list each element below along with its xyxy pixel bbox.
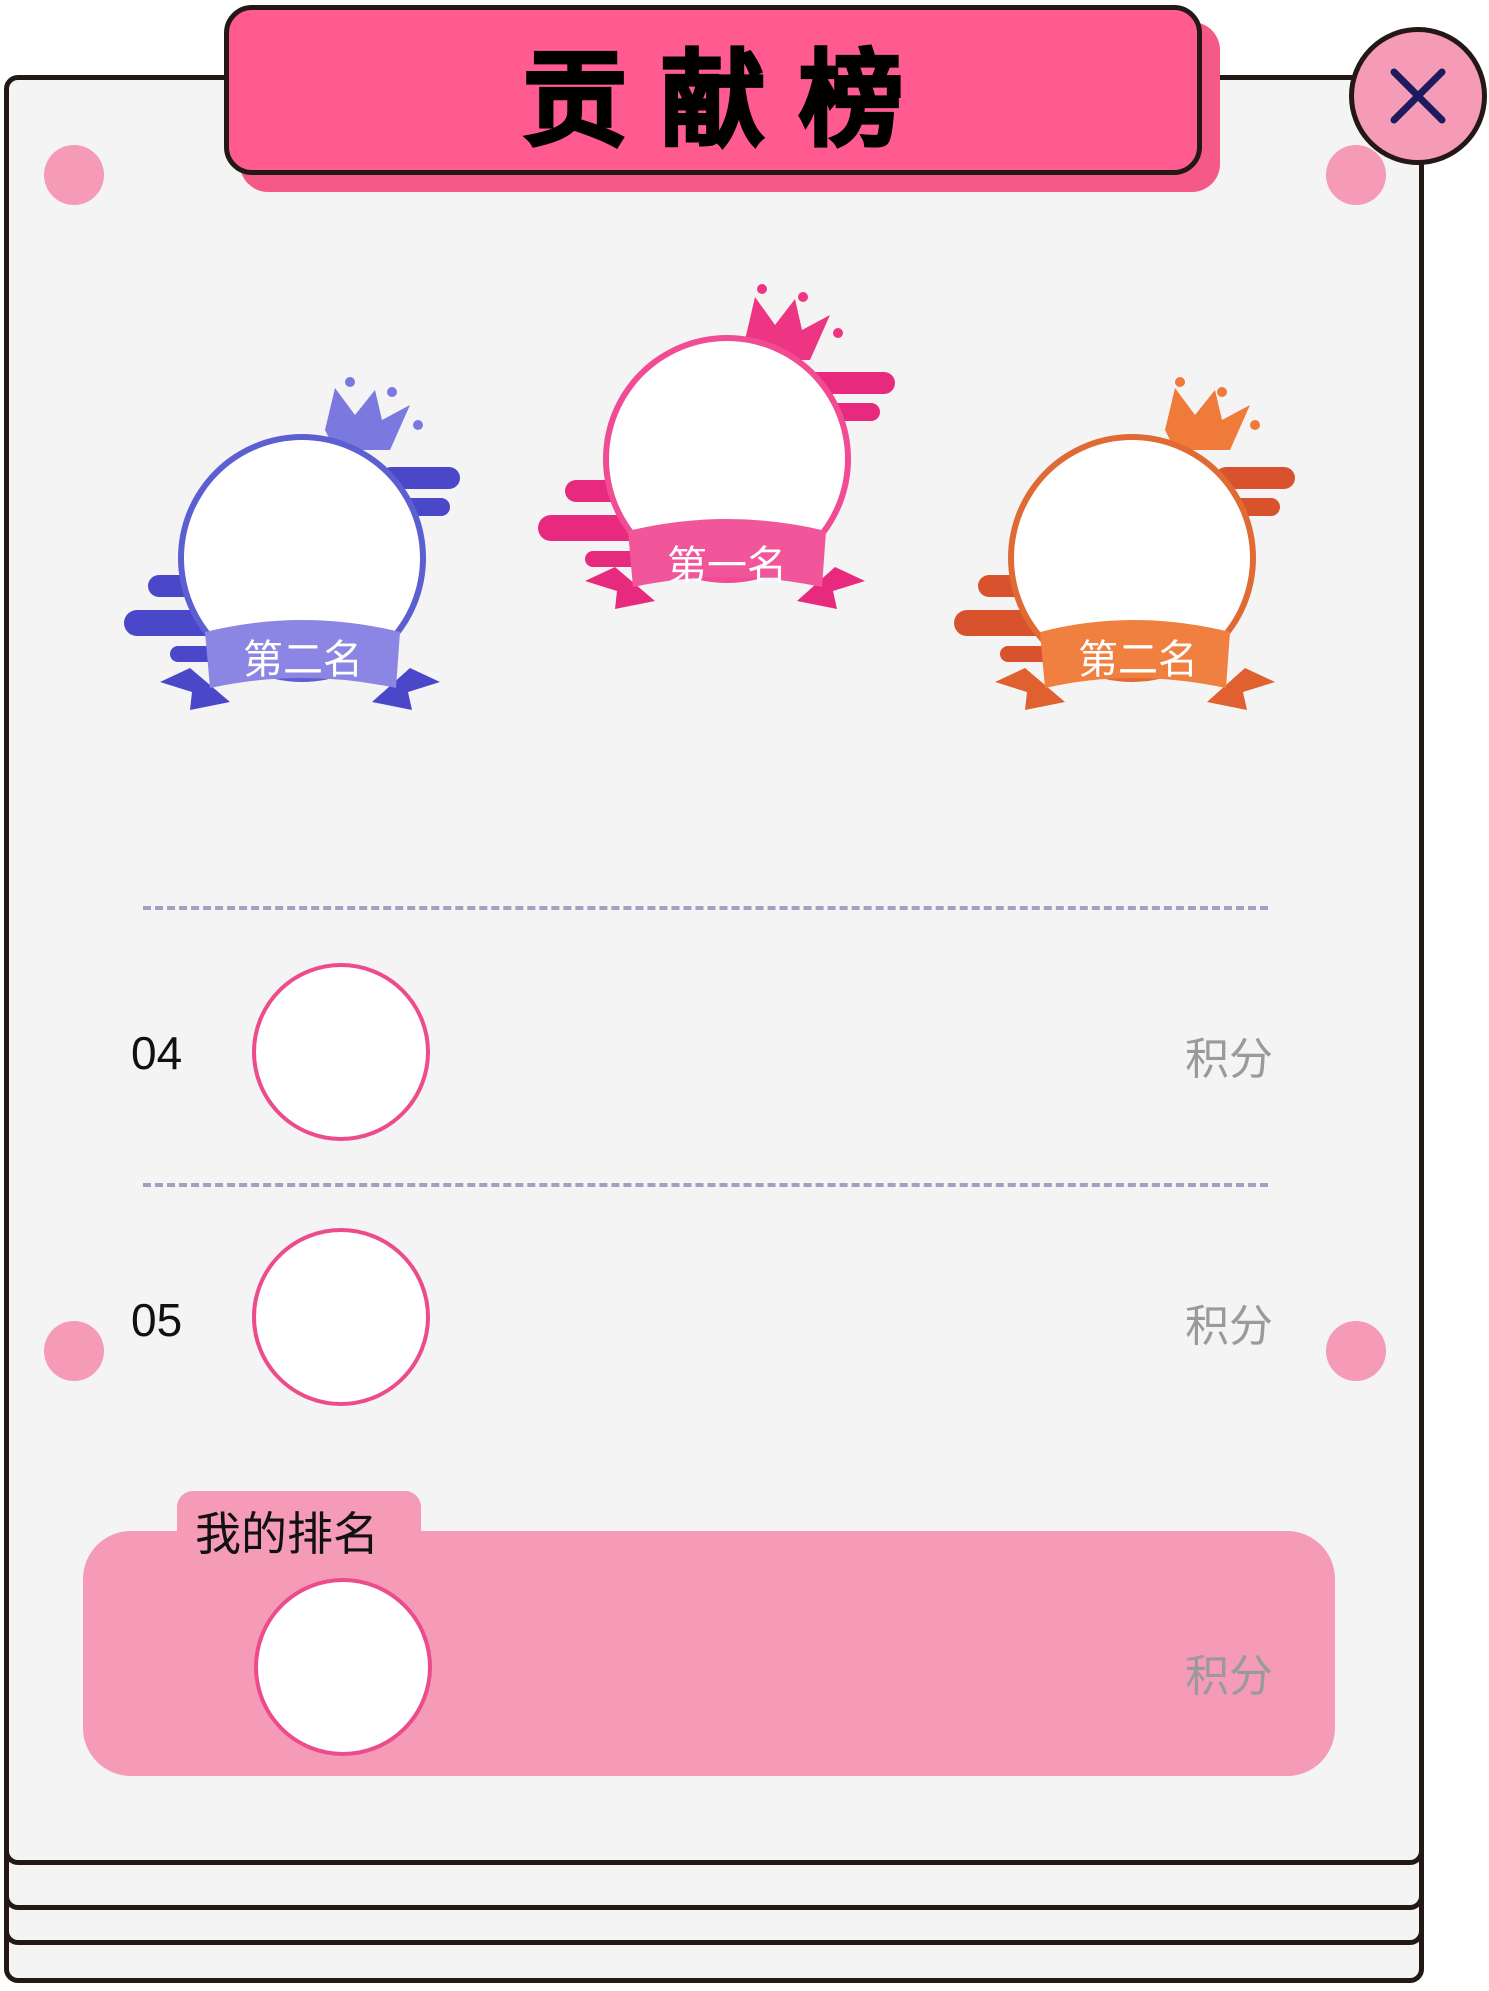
decor-dot (1326, 1321, 1386, 1381)
my-rank-label: 我的排名 (195, 1507, 379, 1561)
score-label: 积分 (1185, 1034, 1273, 1085)
podium-rank-label: 第二名 (1078, 637, 1198, 683)
crown-icon (1165, 377, 1260, 450)
decor-dot (44, 1321, 104, 1381)
avatar (254, 1578, 432, 1756)
score-label: 积分 (1185, 1301, 1273, 1352)
podium-rank-label: 第一名 (667, 543, 787, 589)
close-button[interactable] (1349, 27, 1487, 165)
rank-number: 05 (131, 1294, 183, 1346)
podium-rank-label: 第二名 (243, 637, 363, 683)
crown-icon (325, 377, 423, 450)
divider (143, 1183, 1268, 1187)
score-label: 积分 (1185, 1651, 1273, 1702)
title-bar: 贡献榜 (224, 5, 1202, 175)
avatar (252, 1228, 430, 1406)
avatar (252, 963, 430, 1141)
page-title: 贡献榜 (521, 37, 937, 162)
decor-dot (44, 145, 104, 205)
rank-number: 04 (131, 1027, 183, 1079)
close-icon (1390, 68, 1446, 124)
divider (143, 906, 1268, 910)
